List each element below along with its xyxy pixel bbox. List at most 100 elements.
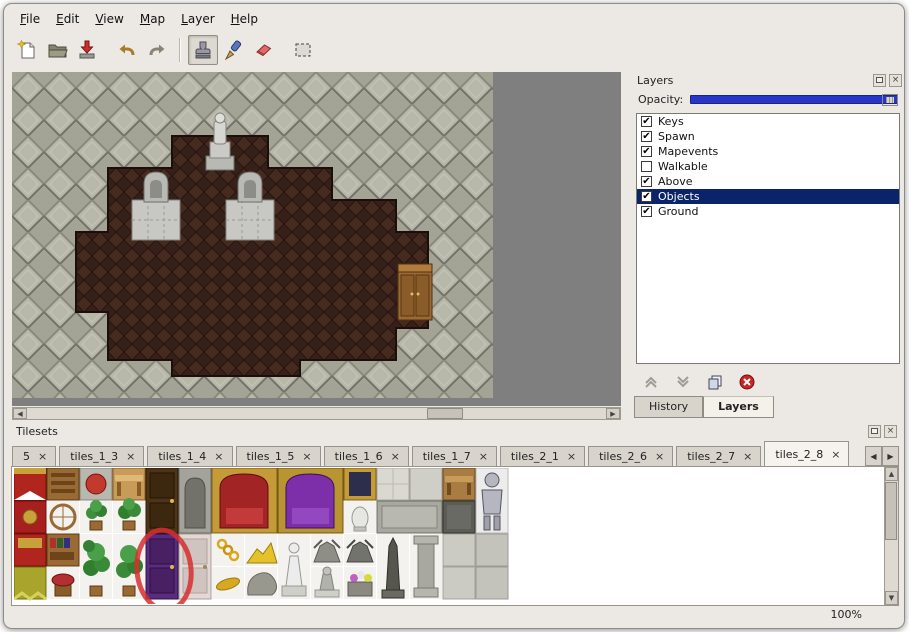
eraser-tool-button[interactable] <box>248 35 278 65</box>
tabs-scroll-right-icon[interactable]: ▶ <box>882 446 899 466</box>
tileset-vscrollbar[interactable]: ▲ ▼ <box>884 467 898 605</box>
tileset-tab[interactable]: tiles_2_6 × <box>588 446 673 466</box>
tile-potted-plant[interactable] <box>80 500 112 533</box>
close-tab-icon[interactable]: × <box>391 450 400 463</box>
select-tool-button[interactable] <box>288 35 318 65</box>
scroll-left-icon[interactable]: ◀ <box>13 408 27 419</box>
menu-view[interactable]: View <box>87 10 131 28</box>
tab-history[interactable]: History <box>634 396 703 418</box>
opacity-slider[interactable] <box>690 95 898 104</box>
checkbox[interactable]: ✔ <box>641 176 652 187</box>
tileset-tab[interactable]: tiles_1_6 × <box>324 446 409 466</box>
tile-gold-horn[interactable] <box>212 567 244 599</box>
tileset-tab[interactable]: tiles_1_3 × <box>59 446 144 466</box>
opacity-slider-handle[interactable] <box>882 94 898 106</box>
close-tab-icon[interactable]: × <box>743 450 752 463</box>
hscroll-thumb[interactable] <box>427 408 463 419</box>
tile-armor[interactable] <box>476 468 508 533</box>
vscroll-thumb[interactable] <box>885 482 897 540</box>
checkbox[interactable] <box>641 161 652 172</box>
scroll-down-icon[interactable]: ▼ <box>885 591 898 605</box>
checkbox[interactable]: ✔ <box>641 116 652 127</box>
tile-red-seal[interactable] <box>80 468 112 500</box>
tile-gargoyle[interactable] <box>311 534 343 566</box>
close-tab-icon[interactable]: × <box>567 450 576 463</box>
move-layer-down-icon[interactable] <box>675 374 691 390</box>
tile-small-banner[interactable] <box>14 534 46 566</box>
close-tab-icon[interactable]: × <box>655 450 664 463</box>
tile-green-banner[interactable] <box>14 567 46 599</box>
tile-red-bowl[interactable] <box>47 567 79 599</box>
tile-bench[interactable] <box>443 468 475 500</box>
menu-help[interactable]: Help <box>223 10 266 28</box>
close-tab-icon[interactable]: × <box>831 448 840 461</box>
delete-layer-icon[interactable] <box>739 374 755 390</box>
tile-light-block[interactable] <box>377 468 409 500</box>
tile-portrait[interactable] <box>344 468 376 500</box>
tile-loom[interactable] <box>47 468 79 500</box>
tileset-content[interactable]: ▲ ▼ <box>11 466 899 606</box>
checkbox[interactable]: ✔ <box>641 131 652 142</box>
menu-layer[interactable]: Layer <box>173 10 222 28</box>
tile-pillar[interactable] <box>410 534 442 599</box>
tab-layers[interactable]: Layers <box>703 396 774 418</box>
tile-white-statue[interactable] <box>278 534 310 599</box>
close-panel-button[interactable]: × <box>889 74 902 87</box>
float-panel-button[interactable] <box>868 425 881 438</box>
move-layer-up-icon[interactable] <box>643 374 659 390</box>
menu-map[interactable]: Map <box>132 10 173 28</box>
tileset-tab[interactable]: tiles_2_7 × <box>676 446 761 466</box>
duplicate-layer-icon[interactable] <box>707 374 723 390</box>
checkbox[interactable]: ✔ <box>641 191 652 202</box>
tile-purple-door[interactable] <box>146 534 178 599</box>
tileset-tiles[interactable] <box>14 468 554 604</box>
undo-button[interactable] <box>112 35 142 65</box>
tile-gold-chain[interactable] <box>212 534 244 566</box>
checkbox[interactable]: ✔ <box>641 146 652 157</box>
tile-dark-crate[interactable] <box>443 501 475 533</box>
tile-red-banner[interactable] <box>14 468 46 500</box>
tileset-tab[interactable]: 5 × <box>12 446 56 466</box>
tile-floor-gray[interactable] <box>443 567 475 599</box>
layer-row-mapevents[interactable]: ✔ Mapevents <box>637 144 899 159</box>
layer-row-walkable[interactable]: Walkable <box>637 159 899 174</box>
close-tab-icon[interactable]: × <box>479 450 488 463</box>
tile-stone-gate[interactable] <box>179 468 211 533</box>
tileset-tab[interactable]: tiles_1_4 × <box>147 446 232 466</box>
tileset-tab[interactable]: tiles_1_7 × <box>412 446 497 466</box>
tile-gargoyle-dark[interactable] <box>344 534 376 566</box>
tile-boulder[interactable] <box>245 567 277 599</box>
close-tab-icon[interactable]: × <box>126 450 135 463</box>
tile-floor-gray[interactable] <box>476 534 508 566</box>
tile-dark-cabinet[interactable] <box>146 468 178 533</box>
tileset-tab[interactable]: tiles_2_1 × <box>500 446 585 466</box>
canvas-hscrollbar[interactable]: ◀ ▶ <box>12 407 621 420</box>
save-button[interactable] <box>72 35 102 65</box>
tile-angel-statue[interactable] <box>311 567 343 599</box>
open-button[interactable] <box>42 35 72 65</box>
close-tab-icon[interactable]: × <box>38 450 47 463</box>
menu-edit[interactable]: Edit <box>48 10 87 28</box>
stamp-tool-button[interactable] <box>188 35 218 65</box>
tile-floor-gray[interactable] <box>443 534 475 566</box>
brush-tool-button[interactable] <box>218 35 248 65</box>
map-canvas[interactable] <box>12 72 621 406</box>
tile-table[interactable] <box>113 468 145 500</box>
new-button[interactable] <box>12 35 42 65</box>
tile-light-block[interactable] <box>410 468 442 500</box>
close-panel-button[interactable]: × <box>884 425 897 438</box>
menu-file[interactable]: File <box>12 10 48 28</box>
tile-tall-plant[interactable] <box>80 534 112 599</box>
close-tab-icon[interactable]: × <box>214 450 223 463</box>
tile-spinning-wheel[interactable] <box>47 501 79 533</box>
layer-row-objects[interactable]: ✔ Objects <box>637 189 899 204</box>
tile-red-throne[interactable] <box>212 468 277 533</box>
redo-button[interactable] <box>142 35 172 65</box>
scroll-right-icon[interactable]: ▶ <box>606 408 620 419</box>
tabs-scroll-left-icon[interactable]: ◀ <box>865 446 882 466</box>
float-panel-button[interactable] <box>873 74 886 87</box>
tile-red-banner-2[interactable] <box>14 501 46 533</box>
tileset-tab-active[interactable]: tiles_2_8 × <box>764 441 849 466</box>
tileset-tab[interactable]: tiles_1_5 × <box>236 446 321 466</box>
tile-purple-throne[interactable] <box>278 468 343 533</box>
